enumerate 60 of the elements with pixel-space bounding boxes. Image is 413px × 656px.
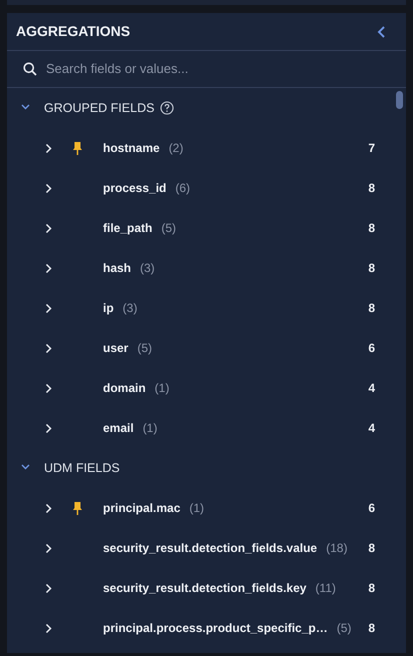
field-name[interactable]: process_id <box>103 179 166 197</box>
field-count: (5) <box>137 340 152 357</box>
pin-icon[interactable] <box>73 502 82 514</box>
field-name[interactable]: domain <box>103 379 146 397</box>
field-name[interactable]: security_result.detection_fields.key <box>103 579 306 597</box>
field-name[interactable]: hash <box>103 259 132 277</box>
chevron-icon[interactable] <box>20 104 30 112</box>
field-value: 6 <box>368 340 375 357</box>
field-value: 4 <box>368 420 375 437</box>
field-value: 7 <box>368 140 375 157</box>
field-value: 8 <box>368 180 375 197</box>
field-name[interactable]: file_path <box>103 219 152 237</box>
section-title: GROUPED FIELDS <box>44 100 154 117</box>
field-count: (1) <box>154 380 170 397</box>
field-count: (11) <box>315 580 336 597</box>
chevron-icon[interactable] <box>44 184 52 192</box>
field-name[interactable]: principal.mac <box>103 499 180 517</box>
field-name[interactable]: user <box>103 339 128 357</box>
pin-icon[interactable] <box>73 142 82 154</box>
help-icon[interactable] <box>160 101 174 115</box>
field-count: (3) <box>140 260 155 277</box>
chevron-icon[interactable] <box>44 504 52 512</box>
search-icon <box>23 62 37 76</box>
field-name[interactable]: principal.process.product_specific_p… <box>103 619 328 637</box>
field-value: 8 <box>368 220 375 237</box>
field-value: 8 <box>368 580 375 597</box>
field-count: (6) <box>175 180 190 197</box>
chevron-icon[interactable] <box>44 264 52 272</box>
chevron-icon[interactable] <box>20 464 30 472</box>
field-value: 8 <box>368 540 375 557</box>
field-count: (5) <box>161 220 176 237</box>
field-name[interactable]: ip <box>103 299 114 317</box>
chevron-icon[interactable] <box>44 304 52 312</box>
field-name[interactable]: hostname <box>103 139 160 157</box>
chevron-icon[interactable] <box>44 384 52 392</box>
field-value: 6 <box>368 500 375 517</box>
chevron-icon[interactable] <box>44 424 52 432</box>
field-count: (18) <box>326 540 348 557</box>
field-count: (2) <box>168 140 184 157</box>
field-count: (5) <box>336 620 352 637</box>
field-name[interactable]: security_result.detection_fields.value <box>103 539 318 557</box>
section-title: UDM FIELDS <box>44 460 120 477</box>
field-count: (1) <box>142 420 158 437</box>
field-value: 8 <box>368 260 375 277</box>
collapse-chevron-icon[interactable] <box>377 26 387 38</box>
field-value: 8 <box>368 300 375 317</box>
chevron-icon[interactable] <box>44 544 52 552</box>
chevron-icon[interactable] <box>44 584 52 592</box>
field-count: (1) <box>189 500 204 517</box>
scrollbar-thumb[interactable] <box>396 91 403 109</box>
panel-title: AGGREGATIONS <box>16 22 130 41</box>
search-field[interactable]: Search fields or values... <box>46 59 390 79</box>
chevron-icon[interactable] <box>44 144 52 152</box>
chevron-icon[interactable] <box>44 224 52 232</box>
chevron-icon[interactable] <box>44 344 52 352</box>
field-value: 8 <box>368 620 375 637</box>
chevron-icon[interactable] <box>44 624 52 632</box>
field-name[interactable]: email <box>103 419 134 437</box>
field-value: 4 <box>368 380 375 397</box>
field-count: (3) <box>122 300 138 317</box>
